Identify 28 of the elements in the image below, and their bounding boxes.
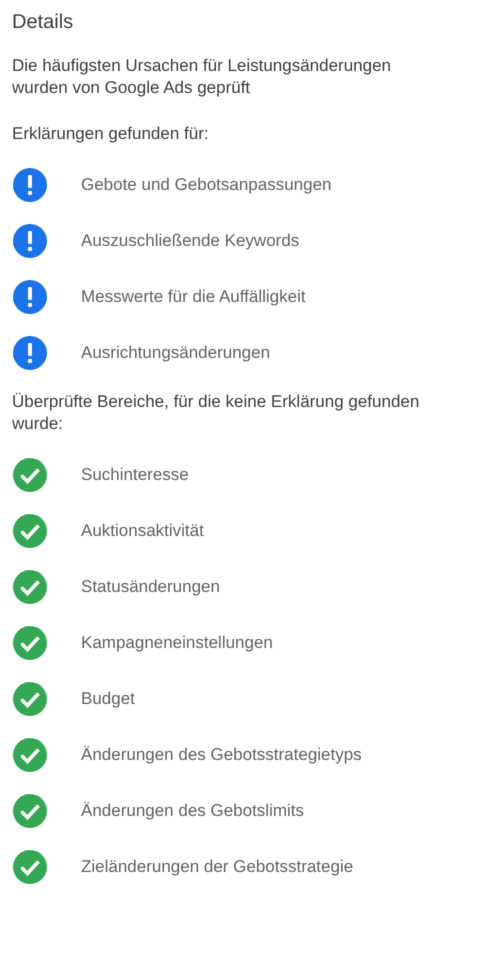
check-circle-icon	[12, 457, 48, 493]
exclamation-icon	[12, 167, 48, 203]
section-heading: Überprüfte Bereiche, für die keine Erklärung gefunden wurde:	[12, 391, 420, 435]
check-circle-icon	[12, 737, 48, 773]
check-item-label: Änderungen des Gebotslimits	[81, 800, 304, 822]
check-circle-icon	[12, 513, 48, 549]
check-item-label: Zieländerungen der Gebotsstrategie	[81, 856, 354, 878]
check-item-label: Auszuschließende Keywords	[81, 230, 300, 252]
check-item-label: Budget	[81, 688, 135, 710]
check-item-label: Kampagneneinstellungen	[81, 632, 273, 654]
exclamation-icon	[12, 335, 48, 371]
exclamation-icon	[12, 279, 48, 315]
section-title: Details	[12, 10, 74, 35]
check-circle-icon	[12, 625, 48, 661]
exclamation-icon	[12, 223, 48, 259]
section-heading: Erklärungen gefunden für:	[12, 123, 210, 145]
check-item-label: Statusänderungen	[81, 576, 220, 598]
check-circle-icon	[12, 569, 48, 605]
check-circle-icon	[12, 849, 48, 885]
intro-text: Die häufigsten Ursachen für Leistungsänderungen wurden von Google Ads geprüft	[12, 55, 392, 99]
check-item-label: Messwerte für die Auffälligkeit	[81, 286, 306, 308]
check-item-label: Gebote und Gebotsanpassungen	[81, 174, 332, 196]
check-item-label: Auktionsaktivität	[81, 520, 204, 542]
check-circle-icon	[12, 793, 48, 829]
check-item-label: Suchinteresse	[81, 464, 189, 486]
check-item-label: Ausrichtungsänderungen	[81, 342, 270, 364]
check-circle-icon	[12, 681, 48, 717]
check-item-label: Änderungen des Gebotsstrategietyps	[81, 744, 362, 766]
